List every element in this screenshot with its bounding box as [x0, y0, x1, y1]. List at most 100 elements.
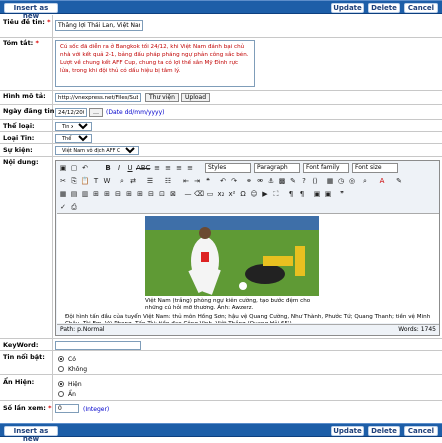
update-button[interactable]: Update: [331, 426, 364, 436]
insert-layer-icon[interactable]: ▣: [312, 189, 322, 199]
indent-icon[interactable]: ⇥: [192, 176, 202, 186]
redo-icon[interactable]: ↷: [229, 176, 239, 186]
new-document-icon[interactable]: ▢: [69, 163, 79, 173]
find-icon[interactable]: ⌕: [117, 176, 127, 186]
update-button[interactable]: Update: [331, 3, 364, 13]
horizontal-rule-icon[interactable]: —: [183, 189, 193, 199]
rtl-icon[interactable]: ¶: [297, 189, 307, 199]
col-after-icon[interactable]: ⊞: [135, 189, 145, 199]
abs-position-icon[interactable]: ▣: [323, 189, 333, 199]
remove-format-icon[interactable]: ⌫: [194, 189, 204, 199]
unlink-icon[interactable]: ⚮: [255, 176, 265, 186]
blockquote-icon[interactable]: ❝: [203, 176, 213, 186]
underline-icon[interactable]: U: [125, 163, 135, 173]
date-icon[interactable]: ▦: [325, 176, 335, 186]
forecolor-icon[interactable]: A: [377, 176, 387, 186]
font-size-select[interactable]: Font size: [352, 163, 398, 173]
insert-as-new-button[interactable]: Insert as new: [4, 3, 58, 20]
featured-no-radio[interactable]: [58, 366, 64, 372]
zoom-icon[interactable]: ⌕: [360, 176, 370, 186]
save-icon[interactable]: ▣: [58, 163, 68, 173]
charmap-icon[interactable]: Ω: [238, 189, 248, 199]
ltr-icon[interactable]: ¶: [286, 189, 296, 199]
paste-word-icon[interactable]: W: [102, 176, 112, 186]
upload-button[interactable]: Upload: [181, 93, 211, 102]
spellcheck-icon[interactable]: ✓: [58, 202, 68, 212]
split-cells-icon[interactable]: ⊡: [157, 189, 167, 199]
cut-icon[interactable]: ✂: [58, 176, 68, 186]
keyword-label: KeyWord:: [3, 341, 39, 349]
styles-select[interactable]: Styles: [205, 163, 251, 173]
preview-icon[interactable]: ◎: [347, 176, 357, 186]
table-icon[interactable]: ▦: [58, 189, 68, 199]
help-icon[interactable]: ?: [299, 176, 309, 186]
row-props-icon[interactable]: ▤: [69, 189, 79, 199]
col-before-icon[interactable]: ⊞: [124, 189, 134, 199]
row-after-icon[interactable]: ⊞: [102, 189, 112, 199]
cite-icon[interactable]: ❞: [337, 189, 347, 199]
category-select[interactable]: Tin xã hội: [55, 122, 92, 131]
image-url-input[interactable]: [55, 93, 141, 102]
numbered-list-icon[interactable]: ☷: [163, 176, 173, 186]
align-left-icon[interactable]: ≡: [152, 163, 162, 173]
undo-icon[interactable]: ↶: [80, 163, 90, 173]
delete-col-icon[interactable]: ⊟: [146, 189, 156, 199]
type-label: Loại Tin:: [3, 134, 35, 142]
cancel-button[interactable]: Cancel: [404, 3, 438, 13]
type-select[interactable]: Thể thao: [55, 134, 92, 143]
justify-icon[interactable]: ≡: [185, 163, 195, 173]
merge-cells-icon[interactable]: ⊠: [168, 189, 178, 199]
time-icon[interactable]: ◷: [336, 176, 346, 186]
html-source-icon[interactable]: ⟨⟩: [310, 176, 320, 186]
paste-icon[interactable]: 📋: [80, 176, 90, 186]
cancel-button[interactable]: Cancel: [404, 426, 438, 436]
calendar-button[interactable]: …: [89, 108, 103, 117]
media-icon[interactable]: ▶: [260, 189, 270, 199]
backcolor-icon[interactable]: ✎: [394, 176, 404, 186]
featured-yes-radio[interactable]: [58, 356, 64, 362]
keyword-input[interactable]: [55, 341, 141, 350]
subscript-icon[interactable]: x₂: [216, 189, 226, 199]
date-input[interactable]: [55, 108, 87, 117]
emotions-icon[interactable]: ☺: [249, 189, 259, 199]
anchor-icon[interactable]: ⚓: [266, 176, 276, 186]
row-before-icon[interactable]: ⊞: [91, 189, 101, 199]
font-family-select[interactable]: Font family: [303, 163, 349, 173]
row-divider: [52, 120, 53, 131]
date-label: Ngày đăng tin:: [3, 107, 57, 115]
category-row: Thể loại: Tin xã hội: [0, 120, 442, 132]
paste-text-icon[interactable]: T: [91, 176, 101, 186]
print-icon[interactable]: ⎙: [69, 202, 79, 212]
visibility-show-radio[interactable]: [58, 381, 64, 387]
image-icon[interactable]: ▩: [277, 176, 287, 186]
delete-button[interactable]: Delete: [368, 426, 400, 436]
image-label: Hình mô tả:: [3, 92, 46, 100]
visibility-hide-radio[interactable]: [58, 391, 64, 397]
title-input[interactable]: [55, 20, 143, 31]
delete-row-icon[interactable]: ⊟: [113, 189, 123, 199]
bold-icon[interactable]: B: [103, 163, 113, 173]
copy-icon[interactable]: ⎘: [69, 176, 79, 186]
replace-icon[interactable]: ⇄: [128, 176, 138, 186]
event-select[interactable]: Việt Nam vô địch AFF Cup: [55, 146, 139, 155]
superscript-icon[interactable]: x²: [227, 189, 237, 199]
align-right-icon[interactable]: ≡: [174, 163, 184, 173]
strikethrough-icon[interactable]: ABC: [136, 163, 150, 173]
italic-icon[interactable]: I: [114, 163, 124, 173]
editor-content-area[interactable]: Việt Nam (trắng) phòng ngự kiên cường, t…: [57, 213, 439, 323]
paragraph-select[interactable]: Paragraph: [254, 163, 300, 173]
insert-as-new-button[interactable]: Insert as new: [4, 426, 58, 443]
summary-textarea[interactable]: Cú sốc đã diễn ra ở Bangkok tối 24/12, k…: [55, 40, 255, 87]
library-button[interactable]: Thư viện: [145, 93, 179, 102]
align-center-icon[interactable]: ≡: [163, 163, 173, 173]
visual-aid-icon[interactable]: ▭: [205, 189, 215, 199]
cell-props-icon[interactable]: ▥: [80, 189, 90, 199]
bullet-list-icon[interactable]: ☰: [145, 176, 155, 186]
link-icon[interactable]: ⚭: [244, 176, 254, 186]
undo-icon[interactable]: ↶: [218, 176, 228, 186]
fullscreen-icon[interactable]: ⛶: [271, 189, 281, 199]
outdent-icon[interactable]: ⇤: [181, 176, 191, 186]
cleanup-icon[interactable]: ✎: [288, 176, 298, 186]
delete-button[interactable]: Delete: [368, 3, 400, 13]
views-input[interactable]: [55, 404, 79, 413]
